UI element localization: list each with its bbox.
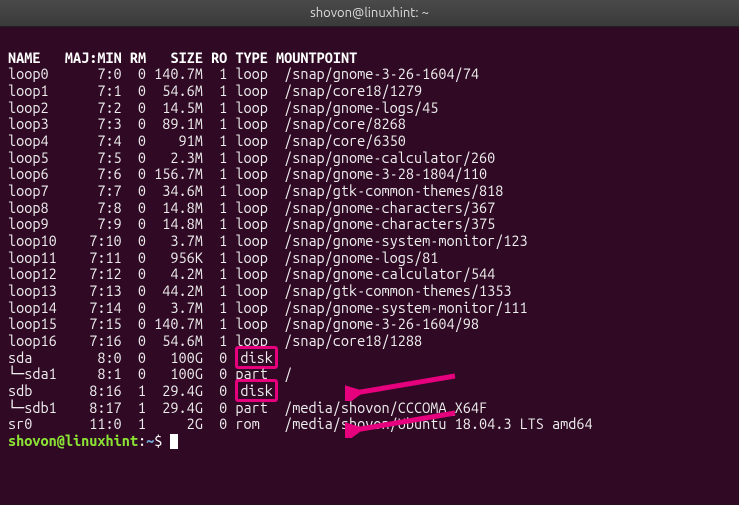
table-row: loop7 7:7 0 34.6M 1 loop /snap/gtk-commo… bbox=[8, 182, 503, 199]
table-row: loop15 7:15 0 140.7M 1 loop /snap/gnome-… bbox=[8, 315, 479, 332]
table-row: sr0 11:0 1 2G 0 rom /media/shovon/Ubuntu… bbox=[8, 415, 593, 432]
prompt-user: shovon bbox=[8, 432, 57, 449]
cursor-icon bbox=[170, 434, 178, 449]
column-headers: NAME MAJ:MIN RM SIZE RO TYPE MOUNTPOINT bbox=[8, 49, 357, 66]
table-row: loop13 7:13 0 44.2M 1 loop /snap/gtk-com… bbox=[8, 282, 511, 299]
window-title: shovon@linuxhint: ~ bbox=[310, 6, 429, 21]
table-row: loop14 7:14 0 3.7M 1 loop /snap/gnome-sy… bbox=[8, 299, 528, 316]
window-titlebar: shovon@linuxhint: ~ bbox=[0, 0, 739, 27]
table-row: └─sdb1 8:17 1 29.4G 0 part /media/shovon… bbox=[8, 399, 487, 416]
prompt-path: ~ bbox=[146, 432, 154, 449]
table-row: loop2 7:2 0 14.5M 1 loop /snap/gnome-log… bbox=[8, 99, 438, 116]
table-row: loop9 7:9 0 14.8M 1 loop /snap/gnome-cha… bbox=[8, 215, 495, 232]
table-row: loop11 7:11 0 956K 1 loop /snap/gnome-lo… bbox=[8, 249, 438, 266]
table-row: loop0 7:0 0 140.7M 1 loop /snap/gnome-3-… bbox=[8, 65, 479, 82]
table-row: loop4 7:4 0 91M 1 loop /snap/core/6350 bbox=[8, 132, 406, 149]
table-row: loop10 7:10 0 3.7M 1 loop /snap/gnome-sy… bbox=[8, 232, 528, 249]
table-row: loop5 7:5 0 2.3M 1 loop /snap/gnome-calc… bbox=[8, 149, 495, 166]
table-row: loop8 7:8 0 14.8M 1 loop /snap/gnome-cha… bbox=[8, 199, 495, 216]
table-row: loop1 7:1 0 54.6M 1 loop /snap/core18/12… bbox=[8, 82, 422, 99]
prompt-host: linuxhint bbox=[65, 432, 138, 449]
table-row: loop3 7:3 0 89.1M 1 loop /snap/core/8268 bbox=[8, 115, 406, 132]
table-row: loop6 7:6 0 156.7M 1 loop /snap/gnome-3-… bbox=[8, 165, 487, 182]
terminal-output[interactable]: NAME MAJ:MIN RM SIZE RO TYPE MOUNTPOINT … bbox=[0, 27, 739, 456]
table-row: loop16 7:16 0 54.6M 1 loop /snap/core18/… bbox=[8, 332, 422, 349]
table-row: loop12 7:12 0 4.2M 1 loop /snap/gnome-ca… bbox=[8, 265, 495, 282]
